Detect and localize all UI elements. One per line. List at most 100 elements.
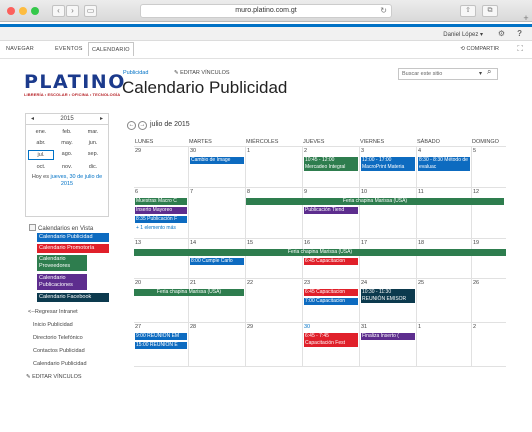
next-year-icon[interactable]: ▸ (100, 114, 103, 124)
event-item[interactable]: 12:00 - 17:00 MacroPrint Materia (361, 157, 415, 171)
tab-calendario[interactable]: CALENDARIO (88, 42, 134, 56)
focus-on-content-icon[interactable]: ⛶ (517, 44, 523, 54)
month-cell[interactable]: ene. (28, 128, 54, 136)
day-number[interactable]: 29 (247, 324, 253, 330)
day-number[interactable]: 29 (135, 148, 141, 154)
month-cell[interactable]: mar. (80, 128, 106, 136)
day-number[interactable]: 1 (418, 324, 421, 330)
share-icon[interactable]: ⇧ (460, 5, 476, 17)
breadcrumb[interactable]: Publicidad (123, 70, 148, 76)
day-number[interactable]: 26 (473, 280, 479, 286)
day-number[interactable]: 31 (361, 324, 367, 330)
event-item[interactable]: 7:00 Capacitacion (304, 298, 358, 305)
month-cell[interactable]: nov. (54, 163, 80, 171)
day-number[interactable]: 20 (135, 280, 141, 286)
search-input[interactable]: Buscar este sitio (398, 68, 498, 80)
day-number[interactable]: 17 (361, 240, 367, 246)
event-item-multiday[interactable]: Feria chapina Marissa (USA) (134, 249, 506, 256)
nav-link-contactos-publicidad[interactable]: Contactos Publicidad (33, 348, 85, 354)
day-number[interactable]: 23 (304, 280, 310, 286)
event-item[interactable]: 8:30 - 8:30 Método de evaluac (418, 157, 470, 171)
day-number[interactable]: 14 (190, 240, 196, 246)
event-item[interactable]: Inserto Mayoreo (135, 207, 187, 214)
day-number[interactable]: 2 (473, 324, 476, 330)
day-number[interactable]: 27 (135, 324, 141, 330)
edit-links-bottom[interactable]: ✎ EDITAR VÍNCULOS (26, 374, 82, 380)
nav-link-regresar-intranet[interactable]: <--Regresar Intranet (28, 309, 78, 315)
gear-icon[interactable]: ⚙ (498, 29, 505, 38)
day-number[interactable]: 16 (304, 240, 310, 246)
day-number[interactable]: 22 (247, 280, 253, 286)
day-number[interactable]: 18 (418, 240, 424, 246)
previous-year-icon[interactable]: ◂ (31, 114, 34, 124)
next-month-icon[interactable]: → (138, 121, 147, 130)
day-number[interactable]: 24 (361, 280, 367, 286)
nav-link-directorio-telefonico[interactable]: Directorio Telefónico (33, 335, 83, 341)
sidebar-icon[interactable]: ▭ (84, 5, 97, 17)
event-item[interactable]: 9:00 REUNION EM (135, 333, 187, 340)
month-cell[interactable]: dic. (80, 163, 106, 171)
day-number[interactable]: 7 (190, 189, 193, 195)
minimize-window-button[interactable] (19, 7, 27, 15)
day-number[interactable]: 28 (190, 324, 196, 330)
more-items-link[interactable]: + 1 elemento más (136, 225, 176, 231)
event-item[interactable]: Finaliza Inserto ( (361, 333, 415, 340)
day-number[interactable]: 13 (135, 240, 141, 246)
search-scope-dropdown[interactable]: ▾ (479, 68, 482, 80)
month-cell[interactable]: ago. (54, 150, 80, 160)
day-number[interactable]: 19 (473, 240, 479, 246)
event-item[interactable]: 15:00 REUNION E (135, 342, 187, 349)
zoom-window-button[interactable] (31, 7, 39, 15)
day-number[interactable]: 1 (247, 148, 250, 154)
calendar-overlay-publicaciones[interactable]: Calendario Publicaciones (37, 274, 87, 290)
edit-links-top[interactable]: ✎ EDITAR VÍNCULOS (174, 70, 230, 76)
calendar-overlay-publicidad[interactable]: Calendario Publicidad (37, 233, 109, 242)
day-number[interactable]: 10 (361, 189, 367, 195)
day-number[interactable]: 15 (247, 240, 253, 246)
new-tab-icon[interactable]: + (520, 14, 532, 23)
event-item-multiday[interactable]: Feria chapina Marissa (USA) (246, 198, 504, 205)
month-cell[interactable]: feb. (54, 128, 80, 136)
day-number[interactable]: 8 (247, 189, 250, 195)
event-item[interactable]: 6:45 - 7:45 Capacitación Fest (304, 333, 358, 347)
help-icon[interactable]: ? (517, 29, 522, 38)
month-cell[interactable]: jun. (80, 139, 106, 147)
event-item[interactable]: Muestras Macro C (135, 198, 187, 205)
day-number[interactable]: 25 (418, 280, 424, 286)
nav-link-calendario-publicidad[interactable]: Calendario Publicidad (33, 361, 87, 367)
calendar-overlay-proveedores[interactable]: Calendario Proveedores (37, 255, 87, 271)
address-bar[interactable]: muro.platino.com.gt ↻ (140, 4, 392, 18)
day-number[interactable]: 4 (418, 148, 421, 154)
event-item[interactable]: 8:35 Publicación F (135, 216, 187, 223)
event-item[interactable]: 10:30 - 11:30 REUNIÓN EMISOR (361, 289, 415, 303)
calendar-overlay-promotoria[interactable]: Calendario Promotoría (37, 244, 109, 253)
back-icon[interactable]: ‹ (52, 5, 65, 17)
today-link[interactable]: jueves, 30 de julio de 2015 (50, 174, 102, 187)
event-item[interactable]: Cambio de Image (190, 157, 244, 164)
day-number[interactable]: 30 (190, 148, 196, 154)
tab-navegar[interactable]: NAVEGAR (6, 46, 34, 52)
day-number[interactable]: 9 (304, 189, 307, 195)
calendar-overlay-facebook[interactable]: Calendario Facebook (37, 293, 109, 302)
event-item[interactable]: 10:45 - 12:00 Mercadeo Integral (304, 157, 358, 171)
reload-icon[interactable]: ↻ (380, 5, 387, 17)
site-logo[interactable]: PLATINO LIBRERÍA • ESCOLAR • OFICINA • T… (24, 72, 124, 102)
day-number[interactable]: 12 (473, 189, 479, 195)
day-number[interactable]: 11 (418, 189, 424, 195)
month-cell[interactable]: abr. (28, 139, 54, 147)
nav-link-inicio-publicidad[interactable]: Inicio Publicidad (33, 322, 73, 328)
day-number[interactable]: 2 (304, 148, 307, 154)
day-number[interactable]: 3 (361, 148, 364, 154)
event-item[interactable]: Publicación Tiend (304, 207, 358, 214)
share-button[interactable]: ⟲ COMPARTIR (460, 46, 499, 52)
event-item[interactable]: 6:45 Capacitacion (304, 289, 358, 296)
tab-eventos[interactable]: EVENTOS (55, 46, 83, 52)
close-window-button[interactable] (7, 7, 15, 15)
user-menu[interactable]: Daniel López ▾ (443, 31, 483, 38)
day-number[interactable]: 5 (473, 148, 476, 154)
forward-icon[interactable]: › (66, 5, 79, 17)
tabs-icon[interactable]: ⧉ (482, 5, 498, 17)
month-cell[interactable]: may. (54, 139, 80, 147)
month-cell[interactable]: oct. (28, 163, 54, 171)
event-item-multiday[interactable]: Feria chapina Marissa (USA) (134, 289, 244, 296)
